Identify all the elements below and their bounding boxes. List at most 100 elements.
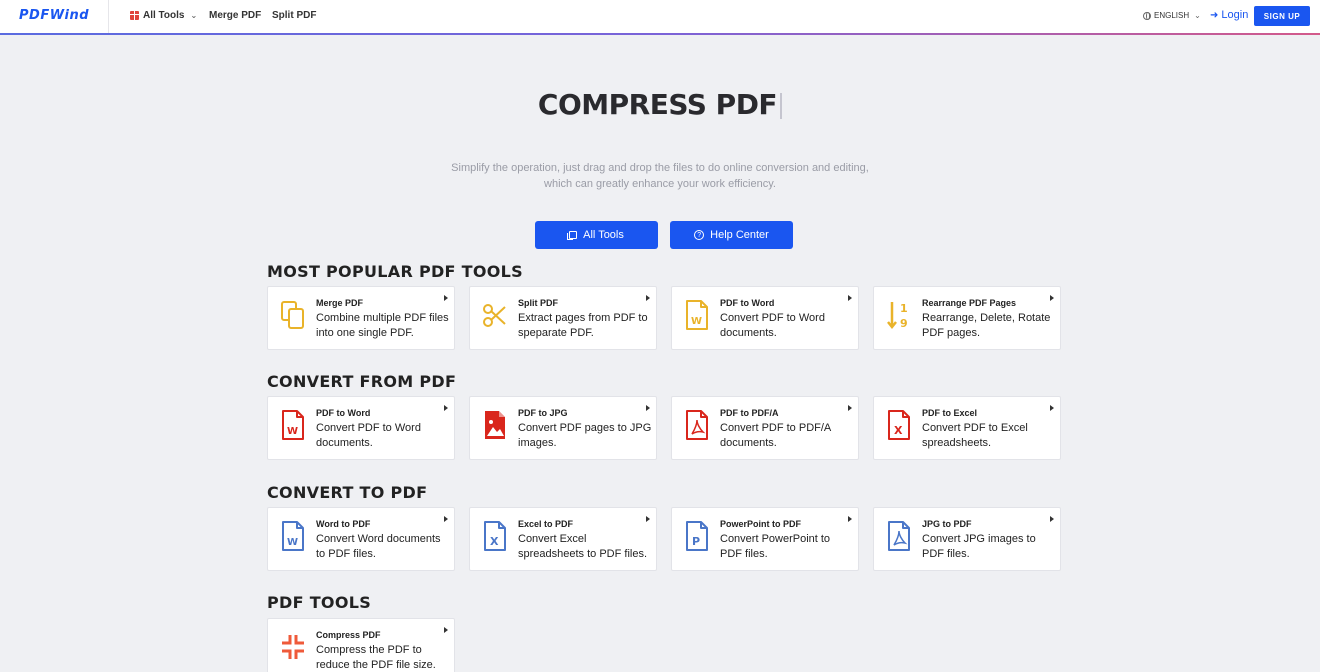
scissors-icon: [482, 300, 508, 330]
tool-card-title: Rearrange PDF Pages: [922, 298, 1017, 308]
svg-text:W: W: [287, 537, 298, 548]
tool-card-word-to-pdf[interactable]: W Word to PDF Convert Word documents to PD…: [267, 507, 455, 571]
tool-card-title: Merge PDF: [316, 298, 364, 308]
caret-right-icon: [444, 516, 448, 522]
language-selector[interactable]: ENGLISH ⌄: [1143, 11, 1201, 20]
svg-text:1: 1: [900, 302, 908, 315]
svg-text:W: W: [691, 316, 702, 327]
caret-right-icon: [444, 627, 448, 633]
svg-text:9: 9: [900, 317, 908, 330]
section-title-pdf-tools: PDF TOOLS: [267, 593, 372, 612]
nav-all-tools[interactable]: All Tools ⌄: [130, 10, 197, 21]
login-icon: ➜: [1210, 9, 1219, 21]
tool-card-description: Convert PDF to Excel spreadsheets.: [922, 422, 1028, 449]
caret-right-icon: [1050, 295, 1054, 301]
caret-right-icon: [444, 405, 448, 411]
logo-divider: [108, 0, 109, 33]
tool-card-excel-to-pdf[interactable]: X Excel to PDF Convert Excel spreadsheets …: [469, 507, 657, 571]
page-title-text: COMPRESS PDF: [537, 88, 778, 121]
svg-text:X: X: [490, 535, 499, 548]
nav-merge-pdf[interactable]: Merge PDF: [209, 10, 261, 21]
toolbox-icon: [130, 11, 139, 20]
caret-right-icon: [646, 516, 650, 522]
tool-card-title: Compress PDF: [316, 630, 381, 640]
signup-button[interactable]: SIGN UP: [1254, 6, 1310, 26]
tool-card-merge-pdf[interactable]: Merge PDF Combine multiple PDF files into…: [267, 286, 455, 350]
tool-card-title: Word to PDF: [316, 519, 371, 529]
sort-icon: 1 9: [886, 300, 912, 330]
help-center-button-label: Help Center: [710, 229, 769, 241]
header-gradient-line: [0, 33, 1320, 35]
tool-card-description: Compress the PDF to reduce the PDF file …: [316, 644, 436, 671]
logo[interactable]: PDFWind: [19, 8, 89, 23]
caret-right-icon: [1050, 405, 1054, 411]
tool-card-split-pdf[interactable]: Split PDF Extract pages from PDF to spepa…: [469, 286, 657, 350]
pdf-doc-icon: [684, 410, 710, 440]
svg-text:X: X: [894, 424, 903, 437]
section-title-convert-to: CONVERT TO PDF: [267, 483, 428, 502]
tool-card-title: PDF to JPG: [518, 408, 568, 418]
tool-card-pdf-to-jpg[interactable]: PDF to JPG Convert PDF pages to JPG image…: [469, 396, 657, 460]
top-header: PDFWind All Tools ⌄ Merge PDF Split PDF …: [0, 0, 1320, 34]
tool-card-description: Convert PowerPoint to PDF files.: [720, 533, 831, 560]
compress-icon: [280, 632, 306, 662]
login-link[interactable]: ➜ Login: [1210, 9, 1248, 21]
chevron-down-icon: ⌄: [1194, 11, 1201, 20]
excel-doc-icon: X: [482, 521, 508, 551]
section-title-convert-from: CONVERT FROM PDF: [267, 372, 457, 391]
image-doc-icon: [482, 410, 508, 440]
globe-icon: [1143, 11, 1151, 20]
tool-card-pdf-to-excel[interactable]: X PDF to Excel Convert PDF to Excel spread…: [873, 396, 1061, 460]
tool-card-pdf-to-word[interactable]: W PDF to Word Convert PDF to Word document…: [671, 286, 859, 350]
help-center-button[interactable]: ? Help Center: [670, 221, 793, 249]
tool-card-powerpoint-to-pdf[interactable]: P PowerPoint to PDF Convert PowerPoint to …: [671, 507, 859, 571]
merge-icon: [280, 300, 306, 330]
page-title: COMPRESS PDF: [0, 88, 1320, 121]
tool-card-title: PDF to PDF/A: [720, 408, 779, 418]
tool-card-description: Convert Word documents to PDF files.: [316, 533, 441, 560]
nav-split-pdf[interactable]: Split PDF: [272, 10, 316, 21]
tool-card-title: Excel to PDF: [518, 519, 574, 529]
excel-doc-icon: X: [886, 410, 912, 440]
section-title-popular: MOST POPULAR PDF TOOLS: [267, 262, 523, 281]
tool-card-description: Convert PDF pages to JPG images.: [518, 422, 652, 449]
tool-card-rearrange-pdf-pages[interactable]: 1 9 Rearrange PDF Pages Rearrange, Delete,…: [873, 286, 1061, 350]
word-doc-icon: W: [280, 521, 306, 551]
all-tools-button[interactable]: All Tools: [535, 221, 658, 249]
chevron-down-icon: ⌄: [190, 11, 198, 20]
text-caret: [780, 93, 783, 119]
powerpoint-doc-icon: P: [684, 521, 710, 551]
tool-card-title: Split PDF: [518, 298, 558, 308]
caret-right-icon: [848, 516, 852, 522]
nav-all-tools-label: All Tools: [143, 10, 185, 21]
svg-text:W: W: [287, 426, 298, 437]
tool-card-description: Rearrange, Delete, Rotate PDF pages.: [922, 312, 1051, 339]
tool-card-compress-pdf[interactable]: Compress PDF Compress the PDF to reduce t…: [267, 618, 455, 672]
svg-text:P: P: [692, 535, 700, 548]
caret-right-icon: [646, 405, 650, 411]
language-label: ENGLISH: [1154, 11, 1190, 20]
copy-icon: [567, 231, 578, 240]
tool-card-title: PDF to Excel: [922, 408, 978, 418]
tool-card-description: Convert JPG images to PDF files.: [922, 533, 1036, 560]
pdf-doc-icon: [886, 521, 912, 551]
tool-card-description: Convert PDF to PDF/A documents.: [720, 422, 831, 449]
tool-card-jpg-to-pdf[interactable]: JPG to PDF Convert JPG images to PDF file…: [873, 507, 1061, 571]
caret-right-icon: [444, 295, 448, 301]
tool-card-pdf-to-pdf-a[interactable]: PDF to PDF/A Convert PDF to PDF/A documen…: [671, 396, 859, 460]
login-label: Login: [1221, 9, 1249, 21]
tool-card-description: Convert Excel spreadsheets to PDF files.: [518, 533, 648, 560]
caret-right-icon: [1050, 516, 1054, 522]
tool-card-title: PowerPoint to PDF: [720, 519, 801, 529]
tool-card-description: Convert PDF to Word documents.: [316, 422, 421, 449]
help-icon: ?: [694, 230, 705, 240]
caret-right-icon: [848, 405, 852, 411]
word-doc-icon: W: [684, 300, 710, 330]
tool-card-title: PDF to Word: [720, 298, 775, 308]
word-doc-icon: W: [280, 410, 306, 440]
tool-card-description: Convert PDF to Word documents.: [720, 312, 825, 339]
tool-card-pdf-to-word[interactable]: W PDF to Word Convert PDF to Word document…: [267, 396, 455, 460]
tool-card-description: Combine multiple PDF files into one sing…: [316, 312, 449, 339]
tool-card-description: Extract pages from PDF to speparate PDF.: [518, 312, 648, 339]
tool-card-title: JPG to PDF: [922, 519, 972, 529]
